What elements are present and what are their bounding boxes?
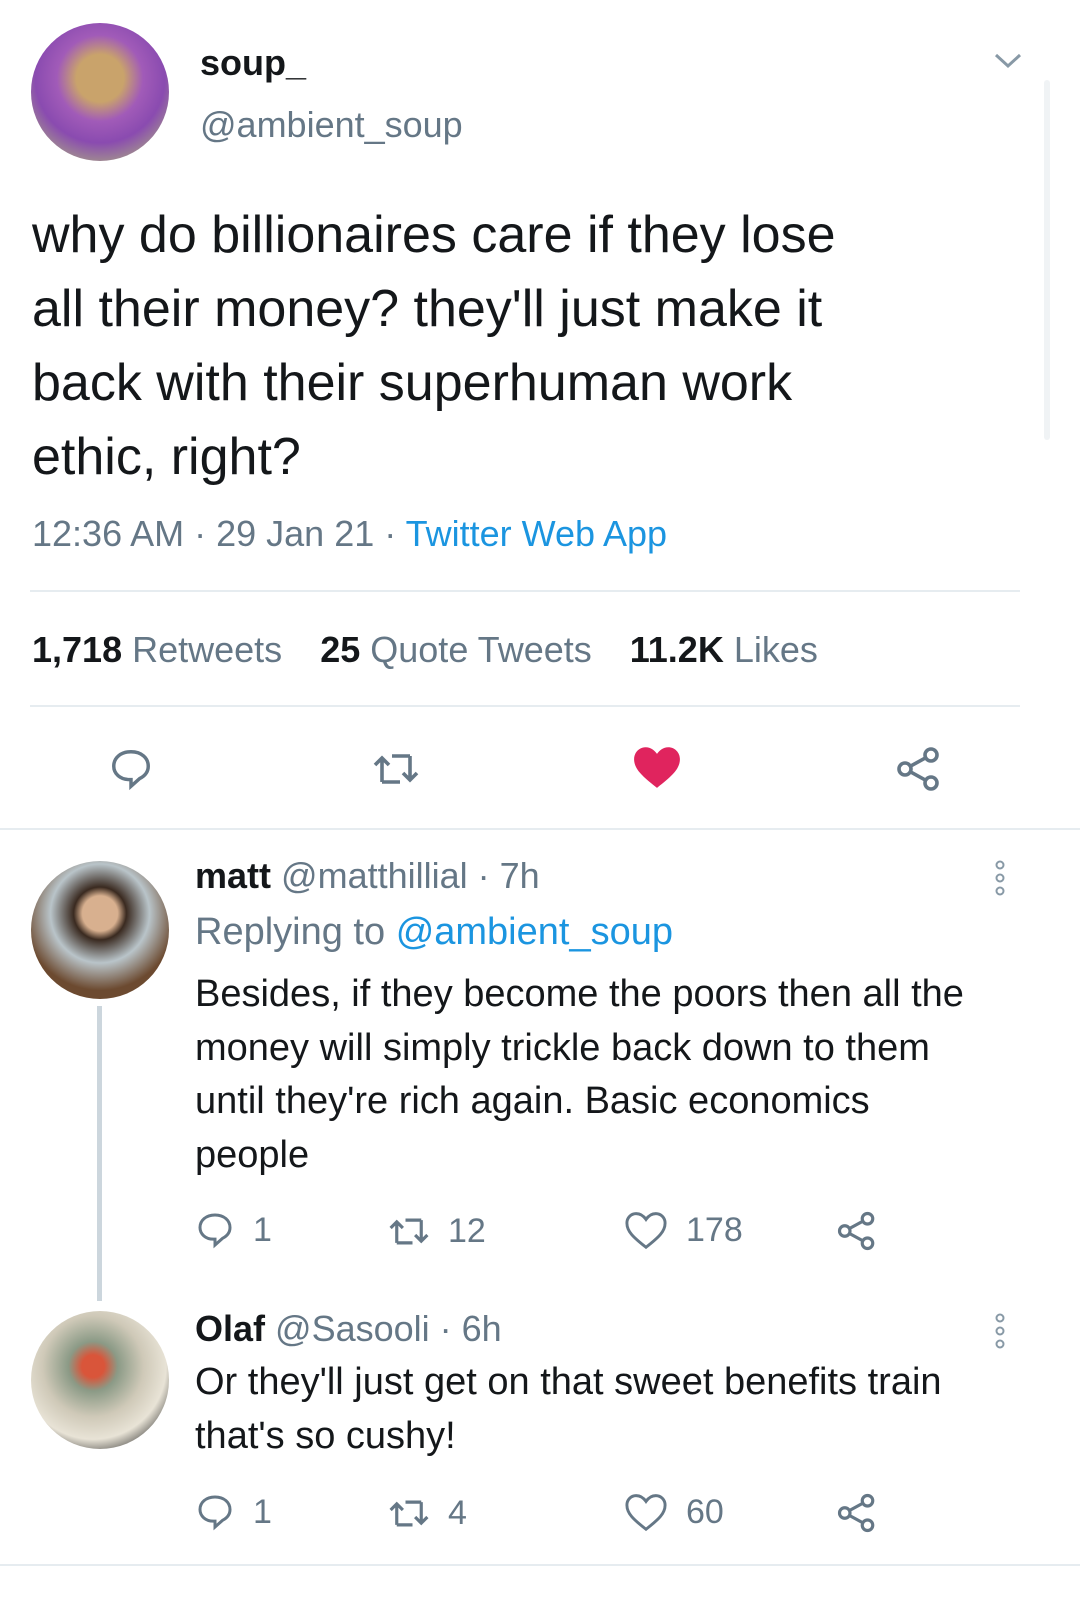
divider [0,1564,1080,1566]
quotes-count: 25 [320,629,361,670]
handle[interactable]: @ambient_soup [200,104,463,146]
reply-age[interactable]: 6h [462,1308,502,1349]
reply-author[interactable]: matt [195,855,271,896]
reply-age[interactable]: 7h [500,855,540,896]
reply-header: matt @matthillial · 7h [195,855,540,896]
reply-text-line: Besides, if they become the poors then a… [195,973,964,1015]
reply-text: Or they'll just get on that sweet benefi… [195,1356,942,1463]
likes-label: Likes [733,629,818,670]
retweets-label: Retweets [132,629,283,670]
quotes-label: Quote Tweets [370,629,592,670]
retweet-button[interactable]: 4 [388,1494,467,1533]
like-button[interactable]: 60 [624,1492,724,1532]
reply-text-line: Or they'll just get on that sweet benefi… [195,1361,942,1403]
replying-to-link[interactable]: @ambient_soup [396,911,673,953]
tweet-source[interactable]: Twitter Web App [406,513,667,554]
share-icon[interactable] [895,745,943,793]
more-options-icon[interactable] [990,1311,1010,1351]
reply-button[interactable]: 1 [195,1492,272,1532]
like-icon-filled[interactable] [632,744,682,790]
reply-text-line: until they're rich again. Basic economic… [195,1080,870,1122]
share-icon[interactable] [836,1210,878,1252]
tweet-text: why do billionaires care if they lose al… [32,198,836,494]
share-icon[interactable] [836,1492,878,1534]
replying-label: Replying to [195,911,386,953]
retweet-count: 12 [448,1212,486,1250]
tweet-time[interactable]: 12:36 AM [32,513,184,554]
retweet-button[interactable]: 12 [388,1212,486,1251]
reply-handle[interactable]: @matthillial [281,855,468,896]
scrollbar[interactable] [1044,80,1050,440]
reply-icon [198,1213,232,1249]
display-name[interactable]: soup_ [200,42,306,84]
more-options-icon[interactable] [990,858,1010,898]
like-count: 60 [686,1492,724,1531]
reply-text-line: that's so cushy! [195,1414,456,1457]
quotes-stat[interactable]: 25 Quote Tweets [320,629,592,670]
avatar-soup[interactable] [31,23,169,161]
reply-text-line: money will simply trickle back down to t… [195,1026,930,1069]
replying-to: Replying to @ambient_soup [195,911,673,954]
like-icon [625,1494,667,1532]
like-icon [625,1212,667,1250]
likes-stat[interactable]: 11.2K Likes [630,629,818,670]
divider [30,705,1020,707]
tweet-text-line: back with their superhuman work [32,354,793,412]
thread-line [97,1006,102,1301]
reply-text: Besides, if they become the poors then a… [195,968,964,1182]
retweet-icon [389,1500,429,1527]
retweets-stat[interactable]: 1,718 Retweets [32,629,282,670]
avatar-olaf[interactable] [31,1311,169,1449]
reply-count: 1 [253,1210,272,1249]
retweet-count: 4 [448,1494,467,1532]
reply-header: Olaf @Sasooli · 6h [195,1308,502,1349]
divider [0,828,1080,830]
tweet-stats: 1,718 Retweets 25 Quote Tweets 11.2K Lik… [32,629,818,671]
tweet-date[interactable]: 29 Jan 21 [216,513,374,554]
tweet-text-line: why do billionaires care if they lose [32,206,836,264]
like-button[interactable]: 178 [624,1210,743,1250]
divider [30,590,1020,592]
reply-icon [198,1495,232,1531]
reply-author[interactable]: Olaf [195,1308,265,1349]
avatar-matt[interactable] [31,861,169,999]
tweet-meta: 12:36 AM · 29 Jan 21 · Twitter Web App [32,513,668,554]
reply-count: 1 [253,1492,272,1531]
retweets-count: 1,718 [32,629,123,670]
retweet-icon[interactable] [372,748,420,790]
reply-text-line: people [195,1133,310,1176]
reply-handle[interactable]: @Sasooli [275,1308,430,1349]
like-count: 178 [686,1210,743,1249]
likes-count: 11.2K [629,629,724,670]
chevron-down-icon[interactable] [992,50,1024,72]
reply-button[interactable]: 1 [195,1210,272,1250]
retweet-icon [389,1218,429,1245]
tweet-text-line: ethic, right? [32,428,301,486]
reply-icon[interactable] [108,746,154,792]
tweet-text-line: all their money? they'll just make it [32,280,823,338]
